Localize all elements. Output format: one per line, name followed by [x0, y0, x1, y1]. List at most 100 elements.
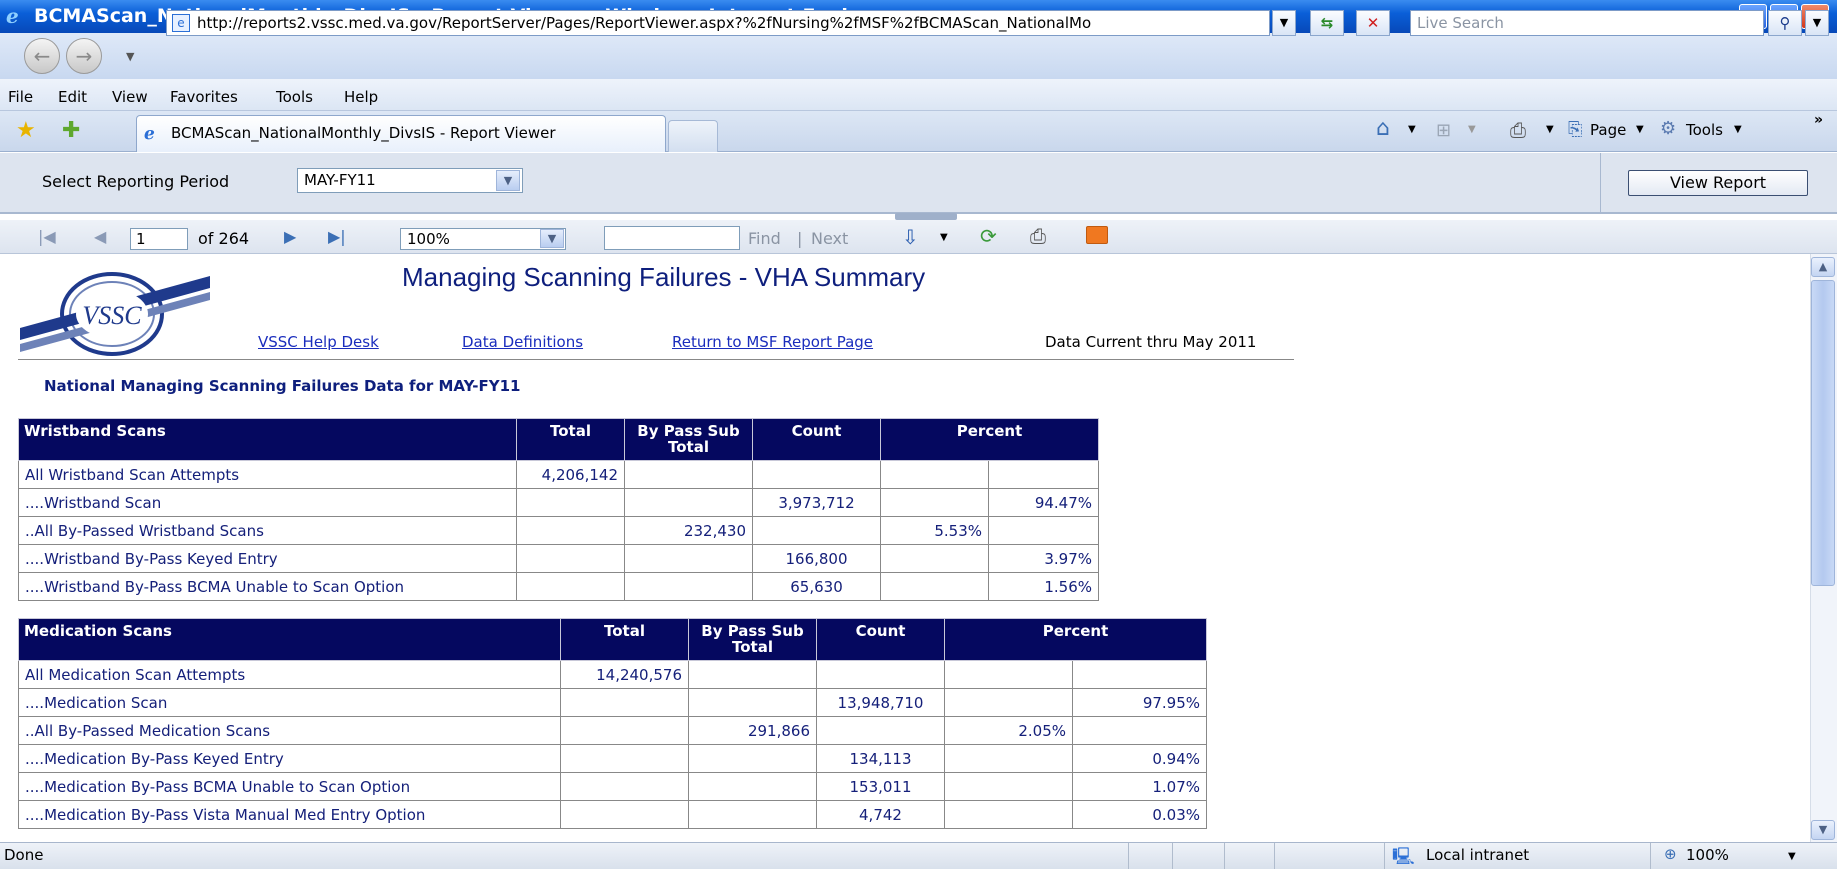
print-report-icon[interactable]: ⎙ [1030, 224, 1046, 248]
status-divider [1128, 843, 1129, 869]
count-cell: 13,948,710 [816, 688, 945, 717]
medication-table: Medication Scans Total By Pass Sub Total… [18, 618, 1208, 829]
count-cell: 166,800 [752, 544, 881, 573]
percent-cell: 94.47% [987, 488, 1100, 517]
favorites-star-icon[interactable]: ★ [16, 118, 36, 143]
feeds-icon[interactable]: ⊞ [1436, 120, 1451, 141]
chevron-more-icon[interactable]: » [1814, 112, 1823, 128]
home-icon[interactable]: ⌂ [1376, 116, 1390, 141]
search-options-icon[interactable]: ▼ [1805, 10, 1829, 36]
zoom-dropdown-icon[interactable]: ▼ [540, 229, 564, 248]
find-input[interactable] [604, 226, 740, 250]
last-page-icon[interactable]: ▶| [328, 227, 346, 246]
new-tab-button[interactable] [668, 120, 718, 152]
scrollbar-thumb[interactable] [1811, 280, 1835, 586]
total-cell [516, 572, 625, 601]
scroll-down-icon[interactable]: ▼ [1811, 820, 1835, 840]
collapse-parameters-handle[interactable] [895, 213, 957, 220]
count-cell [816, 660, 945, 689]
home-dropdown-icon[interactable]: ▼ [1408, 124, 1416, 135]
address-url: http://reports2.vssc.med.va.gov/ReportSe… [197, 14, 1092, 32]
total-cell [516, 488, 625, 517]
back-button[interactable]: ← [24, 38, 60, 74]
table-row: ....Wristband By-Pass Keyed Entry 166,80… [18, 544, 1100, 573]
vssc-logo-text: VSSC [82, 301, 142, 330]
zoom-icon: ⊕ [1664, 845, 1677, 863]
table-row: All Wristband Scan Attempts 4,206,142 [18, 460, 1100, 489]
live-search-input[interactable]: Live Search [1410, 10, 1764, 36]
menu-edit[interactable]: Edit [58, 88, 87, 106]
percent-cell [944, 660, 1073, 689]
percent-cell [880, 544, 989, 573]
percent-cell: 1.07% [1071, 772, 1208, 801]
count-cell [816, 716, 945, 745]
refresh-icon[interactable]: ⇆ [1310, 10, 1344, 36]
percent-cell [880, 460, 989, 489]
percent-cell: 1.56% [987, 572, 1100, 601]
reporting-period-select[interactable]: MAY-FY11 [297, 168, 523, 193]
total-cell: 14,240,576 [560, 660, 689, 689]
forward-button[interactable]: → [66, 38, 102, 74]
total-cell: 4,206,142 [516, 460, 625, 489]
percent-cell: 97.95% [1071, 688, 1208, 717]
add-favorites-icon[interactable]: ✚ [62, 118, 80, 143]
row-label: All Wristband Scan Attempts [18, 460, 517, 489]
status-text: Done [4, 846, 44, 864]
address-input[interactable]: http://reports2.vssc.med.va.gov/ReportSe… [166, 10, 1270, 36]
page-number-input[interactable]: 1 [130, 228, 188, 250]
tools-dropdown-icon[interactable]: ▼ [1734, 124, 1742, 135]
search-icon[interactable]: ⚲ [1768, 10, 1802, 36]
stop-icon[interactable]: ✕ [1356, 10, 1390, 36]
period-dropdown-icon[interactable]: ▼ [496, 170, 520, 191]
table-header-row: Medication Scans Total By Pass Sub Total… [18, 618, 1208, 661]
find-button[interactable]: Find [748, 229, 781, 248]
refresh-report-icon[interactable]: ⟳ [980, 224, 997, 248]
total-cell [560, 716, 689, 745]
status-bar [0, 842, 1837, 869]
vssc-help-desk-link[interactable]: VSSC Help Desk [258, 333, 379, 351]
export-icon[interactable]: ⇩ [902, 225, 919, 249]
row-label: ..All By-Passed Medication Scans [18, 716, 561, 745]
column-header: Count [752, 418, 881, 461]
menu-favorites[interactable]: Favorites [170, 88, 238, 106]
data-feed-icon[interactable] [1086, 226, 1108, 244]
tab-report-viewer[interactable]: BCMAScan_NationalMonthly_DivsIS - Report… [136, 115, 666, 152]
menu-file[interactable]: File [8, 88, 33, 106]
count-cell: 4,742 [816, 800, 945, 829]
export-dropdown-icon[interactable]: ▼ [940, 232, 948, 243]
address-toolbar [0, 33, 1837, 79]
previous-page-icon[interactable]: ◀ [94, 227, 106, 246]
page-dropdown-icon[interactable]: ▼ [1636, 124, 1644, 135]
scroll-up-icon[interactable]: ▲ [1811, 257, 1835, 277]
tools-menu-button[interactable]: Tools [1686, 121, 1723, 139]
status-zoom-level[interactable]: 100% [1686, 846, 1729, 864]
return-msf-link[interactable]: Return to MSF Report Page [672, 333, 873, 351]
menu-tools[interactable]: Tools [276, 88, 313, 106]
bypass-subtotal-cell: 232,430 [624, 516, 753, 545]
menu-view[interactable]: View [112, 88, 148, 106]
percent-cell: 3.97% [987, 544, 1100, 573]
percent-cell [880, 488, 989, 517]
status-divider [1274, 843, 1275, 869]
print-icon[interactable]: ⎙ [1510, 118, 1526, 142]
view-report-button[interactable]: View Report [1628, 170, 1808, 196]
row-label: ....Medication By-Pass Vista Manual Med … [18, 800, 561, 829]
history-dropdown-icon[interactable]: ▼ [126, 50, 134, 63]
menu-help[interactable]: Help [344, 88, 378, 106]
page-icon: e [172, 14, 190, 32]
find-next-button[interactable]: Next [811, 229, 848, 248]
percent-cell: 0.03% [1071, 800, 1208, 829]
print-dropdown-icon[interactable]: ▼ [1546, 124, 1554, 135]
wristband-table: Wristband Scans Total By Pass Sub Total … [18, 418, 1100, 601]
percent-cell [1071, 660, 1208, 689]
address-dropdown-icon[interactable]: ▼ [1272, 10, 1296, 36]
first-page-icon[interactable]: |◀ [38, 227, 56, 246]
zone-label: Local intranet [1426, 846, 1530, 864]
zoom-dropdown-icon[interactable]: ▼ [1788, 851, 1796, 862]
next-page-icon[interactable]: ▶ [284, 227, 296, 246]
row-label: All Medication Scan Attempts [18, 660, 561, 689]
page-menu-button[interactable]: Page [1590, 121, 1626, 139]
vssc-logo: VSSC [20, 266, 210, 356]
data-definitions-link[interactable]: Data Definitions [462, 333, 583, 351]
feeds-dropdown-icon[interactable]: ▼ [1468, 124, 1476, 135]
